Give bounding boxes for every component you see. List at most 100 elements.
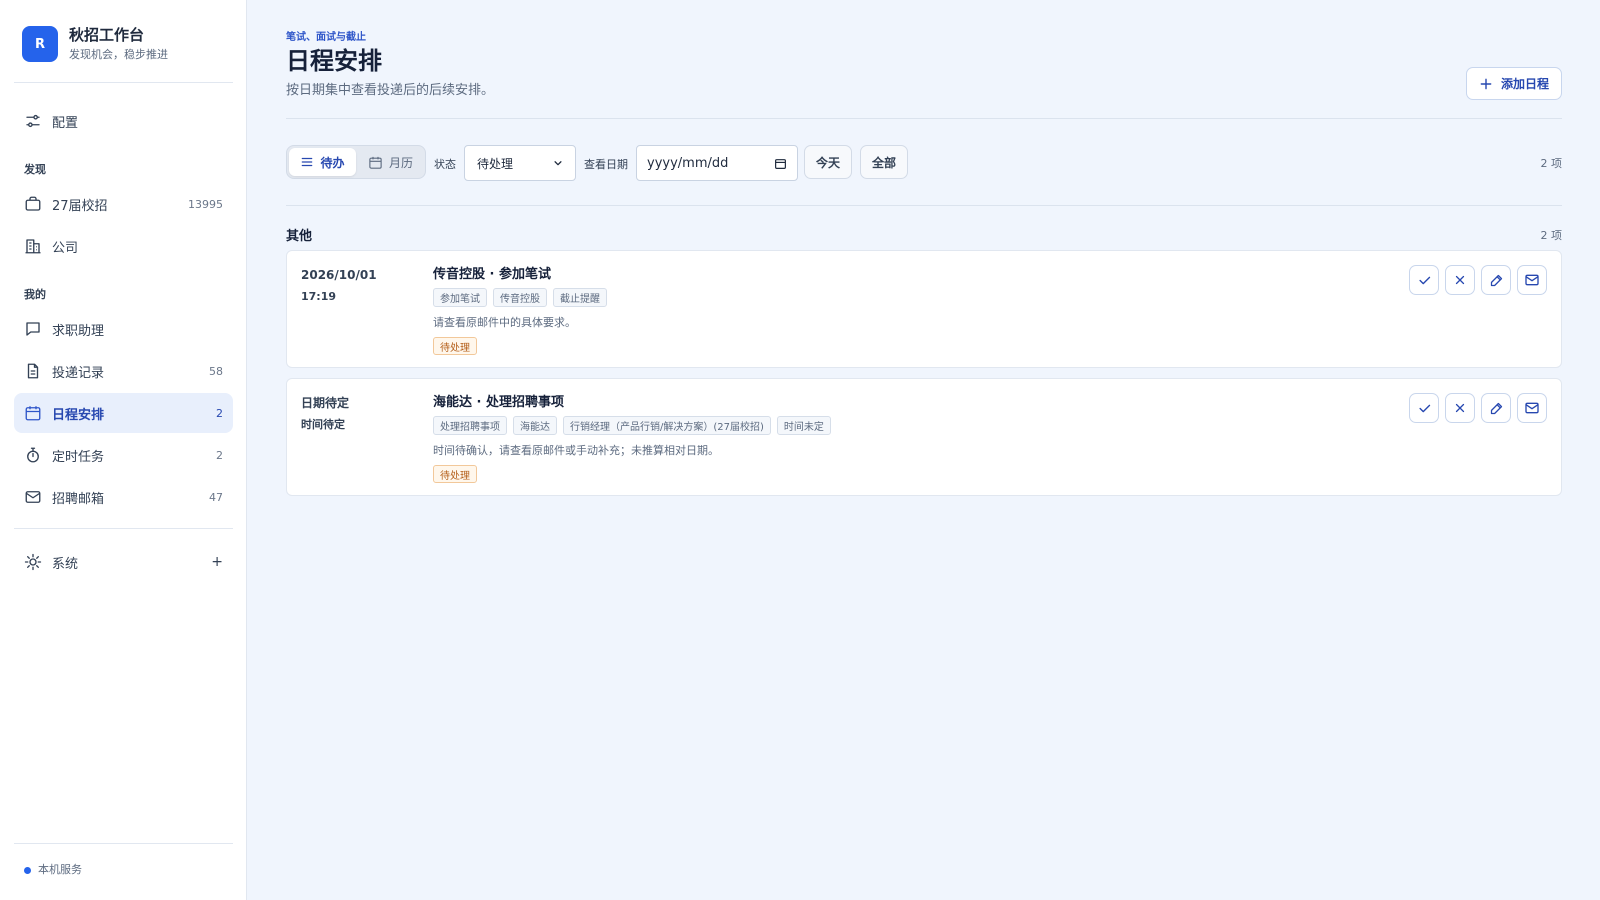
close-icon (1455, 275, 1465, 285)
event-note: 时间待确认，请查看原邮件或手动补充；未推算相对日期。 (433, 444, 719, 457)
building-icon (25, 239, 41, 254)
expand-toggle[interactable]: + (211, 554, 223, 570)
group-count: 2 项 (1540, 229, 1563, 242)
complete-button[interactable] (1409, 393, 1439, 423)
edit-button[interactable] (1481, 393, 1511, 423)
event-tag: 海能达 (513, 416, 557, 435)
calendar-icon (369, 156, 382, 169)
event-tag: 行销经理（产品行销/解决方案）(27届校招) (563, 416, 771, 435)
chat-icon (26, 322, 40, 336)
status-dot (24, 867, 31, 874)
page-description: 按日期集中查看投递后的后续安排。 (286, 83, 495, 98)
tab-calendar-label: 月历 (388, 155, 413, 170)
event-actions (1409, 265, 1547, 295)
sun-gear-icon (24, 553, 42, 571)
app-subtitle: 发现机会，稳步推进 (69, 48, 168, 61)
dismiss-button[interactable] (1445, 393, 1475, 423)
open-mail-button[interactable] (1517, 265, 1547, 295)
event-date: 日期待定 (301, 396, 350, 410)
sidebar-item-count: 13995 (188, 197, 223, 211)
group-title: 其他 (286, 229, 313, 244)
stopwatch-icon (27, 447, 39, 463)
sidebar-item-assistant[interactable]: 求职助理 (14, 309, 233, 349)
brand[interactable]: R 秋招工作台 发现机会，稳步推进 (22, 25, 168, 63)
page-title: 日程安排 (286, 47, 382, 75)
sidebar-item-count: 2 (216, 406, 223, 420)
show-all-button[interactable]: 全部 (860, 145, 908, 179)
mail-icon (25, 491, 41, 503)
open-mail-button[interactable] (1517, 393, 1547, 423)
today-button[interactable]: 今天 (804, 145, 852, 179)
sidebar-item-label: 配置 (52, 115, 79, 131)
pencil-icon (1490, 274, 1502, 286)
calendar-picker-icon[interactable] (774, 157, 787, 170)
sidebar-item-count: 58 (209, 364, 223, 378)
add-schedule-button[interactable]: 添加日程 (1466, 67, 1562, 100)
tab-calendar[interactable]: 月历 (358, 148, 423, 176)
service-status: 本机服务 (38, 863, 82, 876)
event-tags: 处理招聘事项 海能达 行销经理（产品行销/解决方案）(27届校招) 时间未定 (433, 416, 831, 435)
sidebar-item-mailbox[interactable]: 招聘邮箱 47 (14, 477, 233, 517)
mail-icon (1525, 402, 1539, 414)
edit-button[interactable] (1481, 265, 1511, 295)
list-icon (302, 157, 313, 167)
page-eyebrow: 笔试、面试与截止 (286, 32, 366, 43)
event-tag: 截止提醒 (553, 288, 607, 307)
sidebar-item-label: 27届校招 (52, 198, 108, 214)
toolbar-divider (286, 205, 1562, 206)
sidebar-item-applications[interactable]: 投递记录 58 (14, 351, 233, 391)
sidebar-divider (14, 528, 233, 529)
sidebar-item-count: 47 (209, 490, 223, 504)
event-note: 请查看原邮件中的具体要求。 (433, 316, 576, 329)
filter-toolbar: 待办 月历 状态 待处理 查看日期 yyyy/mm/dd 今天 全部 2 项 (286, 145, 1562, 181)
date-input-placeholder: yyyy/mm/dd (647, 155, 729, 171)
event-actions (1409, 393, 1547, 423)
event-title: 海能达 · 处理招聘事项 (433, 395, 564, 410)
event-time: 17:19 (301, 290, 337, 303)
event-card[interactable]: 日期待定 时间待定 海能达 · 处理招聘事项 处理招聘事项 海能达 行销经理（产… (286, 378, 1562, 496)
sidebar-item-label: 系统 (52, 556, 79, 572)
pencil-icon (1490, 402, 1502, 414)
mail-icon (1525, 274, 1539, 286)
section-label-mine: 我的 (24, 288, 46, 301)
sidebar-item-system[interactable]: 系统 + (14, 542, 233, 582)
sidebar-item-scheduled-tasks[interactable]: 定时任务 2 (14, 435, 233, 475)
calendar-icon (25, 406, 41, 421)
complete-button[interactable] (1409, 265, 1439, 295)
check-icon (1418, 404, 1430, 412)
dismiss-button[interactable] (1445, 265, 1475, 295)
event-card[interactable]: 2026/10/01 17:19 传音控股 · 参加笔试 参加笔试 传音控股 截… (286, 250, 1562, 368)
check-icon (1418, 276, 1430, 284)
sidebar-item-count: 2 (216, 448, 223, 462)
sidebar-item-schedule[interactable]: 日程安排 2 (14, 393, 233, 433)
section-label-discover: 发现 (24, 163, 46, 176)
sidebar-item-campus-jobs[interactable]: 27届校招 13995 (14, 184, 233, 224)
view-switcher: 待办 月历 (286, 145, 426, 179)
event-tag: 时间未定 (776, 416, 831, 435)
status-filter-label: 状态 (434, 158, 456, 171)
sidebar-item-label: 求职助理 (52, 323, 105, 339)
status-badge: 待处理 (433, 465, 477, 483)
chevron-down-icon (554, 161, 562, 166)
event-tag: 参加笔试 (433, 288, 487, 307)
sidebar-item-label: 定时任务 (52, 449, 105, 465)
status-select[interactable]: 待处理 (464, 145, 576, 181)
tab-todo-label: 待办 (320, 155, 345, 170)
add-schedule-label: 添加日程 (1500, 77, 1549, 91)
date-filter-label: 查看日期 (584, 158, 628, 171)
sliders-icon (26, 114, 40, 128)
header-divider (286, 118, 1562, 119)
total-count: 2 项 (1540, 157, 1563, 170)
event-tags: 参加笔试 传音控股 截止提醒 (433, 288, 607, 307)
sidebar-item-companies[interactable]: 公司 (14, 226, 233, 266)
status-select-value: 待处理 (477, 156, 514, 171)
sidebar: R 秋招工作台 发现机会，稳步推进 配置 发现 27届校招 13995 公司 我… (0, 0, 247, 900)
sidebar-item-config[interactable]: 配置 (14, 101, 233, 141)
event-tag: 处理招聘事项 (433, 416, 507, 435)
event-date: 2026/10/01 (301, 268, 377, 282)
date-input[interactable]: yyyy/mm/dd (636, 145, 798, 181)
sidebar-item-label: 公司 (52, 240, 79, 256)
tab-todo[interactable]: 待办 (289, 148, 356, 176)
event-time: 时间待定 (301, 418, 345, 431)
sidebar-item-label: 日程安排 (52, 407, 105, 423)
